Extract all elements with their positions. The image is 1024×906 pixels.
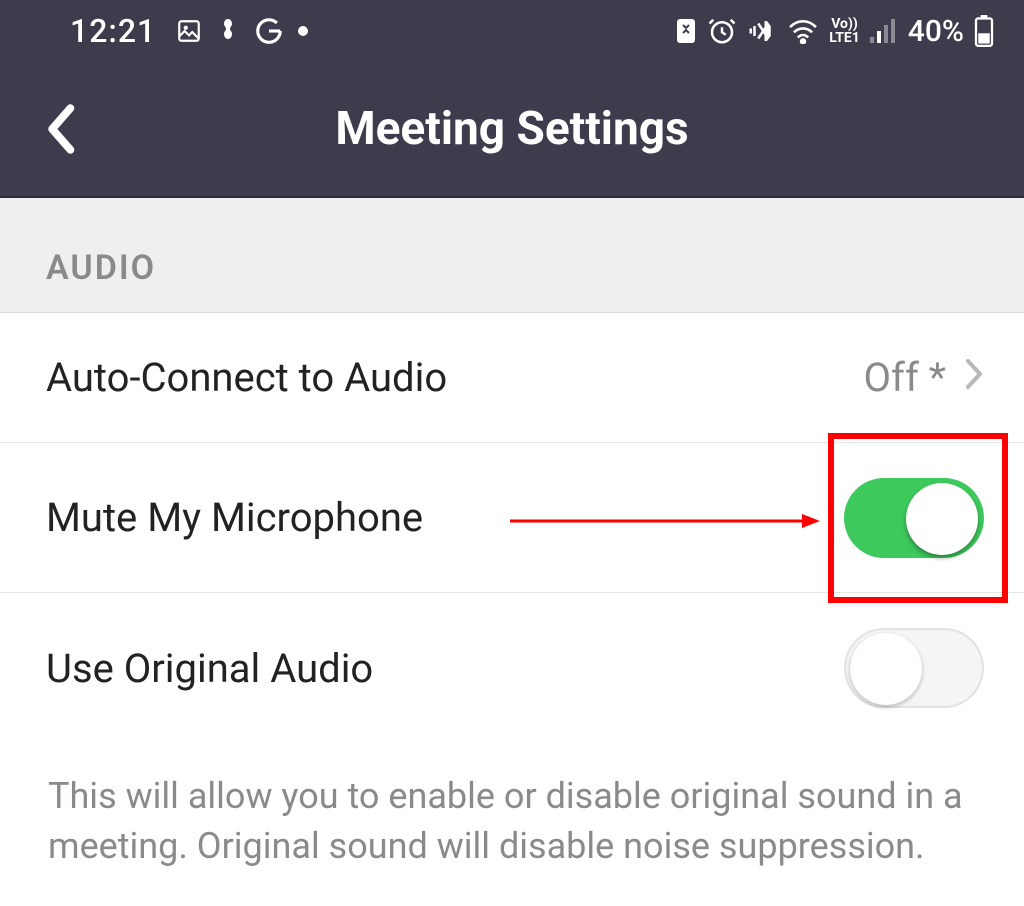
dot-icon — [298, 26, 308, 36]
row-auto-connect-audio[interactable]: Auto-Connect to Audio Off * — [0, 313, 1024, 443]
app-icon — [216, 17, 240, 45]
row-label: Mute My Microphone — [46, 494, 423, 541]
row-toggle-wrap — [844, 628, 984, 708]
toggle-knob — [850, 633, 922, 705]
status-right: Vo))LTE1 40% — [675, 14, 994, 49]
annotation-arrow — [510, 511, 820, 531]
row-value-wrap: Off * — [864, 354, 984, 401]
page-title: Meeting Settings — [0, 102, 1024, 156]
image-icon — [176, 18, 202, 44]
toggle-knob — [906, 483, 978, 555]
row-mute-my-microphone[interactable]: Mute My Microphone — [0, 443, 1024, 593]
back-button[interactable] — [40, 99, 80, 159]
original-audio-toggle[interactable] — [844, 628, 984, 708]
setting-description: This will allow you to enable or disable… — [0, 743, 1024, 906]
wifi-icon — [787, 18, 819, 44]
vibrate-icon — [747, 16, 777, 46]
row-toggle-wrap — [844, 478, 984, 558]
battery-percent: 40% — [908, 14, 964, 49]
status-bar: 12:21 Vo))LTE1 40% — [0, 0, 1024, 62]
chevron-right-icon — [964, 354, 984, 401]
title-bar: Meeting Settings — [0, 62, 1024, 198]
volte-icon: Vo))LTE1 — [829, 17, 860, 45]
row-use-original-audio[interactable]: Use Original Audio — [0, 593, 1024, 743]
section-header-audio: AUDIO — [0, 198, 1024, 313]
status-left: 12:21 — [70, 12, 308, 50]
google-icon — [254, 16, 284, 46]
status-time: 12:21 — [70, 12, 156, 50]
row-label: Use Original Audio — [46, 645, 373, 692]
settings-list: Auto-Connect to Audio Off * Mute My Micr… — [0, 313, 1024, 906]
battery-icon — [974, 15, 994, 47]
row-value: Off * — [864, 354, 946, 401]
mute-microphone-toggle[interactable] — [844, 478, 984, 558]
alarm-icon — [707, 16, 737, 46]
card-icon — [675, 17, 697, 45]
row-label: Auto-Connect to Audio — [46, 354, 447, 401]
signal-icon — [870, 19, 898, 43]
